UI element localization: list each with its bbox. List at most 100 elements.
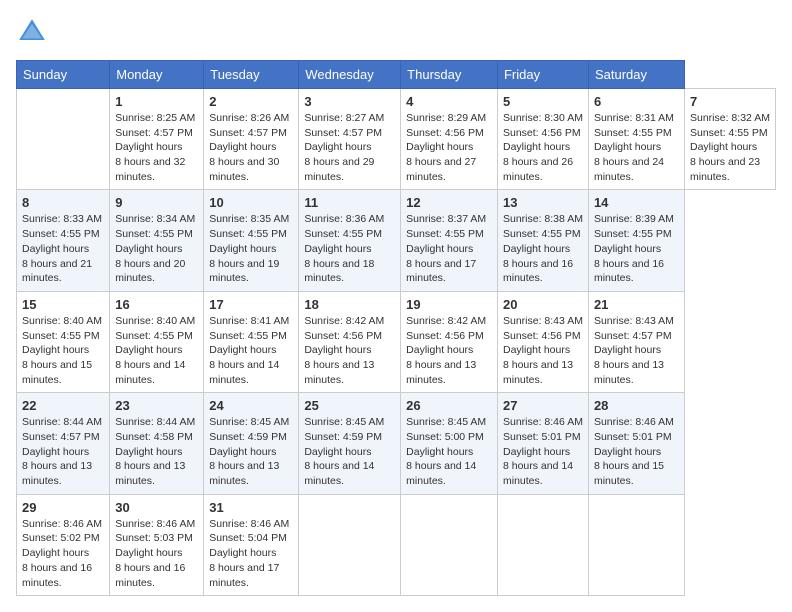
day-info: Sunrise: 8:30 AMSunset: 4:56 PMDaylight … — [503, 111, 583, 184]
day-number: 6 — [594, 94, 679, 109]
day-number: 20 — [503, 297, 583, 312]
day-header-friday: Friday — [497, 61, 588, 89]
calendar-cell: 13 Sunrise: 8:38 AMSunset: 4:55 PMDayligh… — [497, 190, 588, 291]
calendar-cell: 24Sunrise: 8:45 AMSunset: 4:59 PMDayligh… — [204, 393, 299, 494]
day-number: 19 — [406, 297, 492, 312]
day-number: 28 — [594, 398, 679, 413]
day-header-monday: Monday — [110, 61, 204, 89]
day-info: Sunrise: 8:42 AMSunset: 4:56 PMDaylight … — [304, 314, 395, 387]
calendar-cell: 22 Sunrise: 8:44 AMSunset: 4:57 PMDayligh… — [17, 393, 110, 494]
day-info: Sunrise: 8:44 AMSunset: 4:57 PMDaylight … — [22, 415, 104, 488]
calendar-cell: 16 Sunrise: 8:40 AMSunset: 4:55 PMDayligh… — [110, 291, 204, 392]
day-info: Sunrise: 8:46 AMSunset: 5:03 PMDaylight … — [115, 517, 198, 590]
logo-icon — [16, 16, 48, 48]
calendar-cell: 17 Sunrise: 8:41 AMSunset: 4:55 PMDayligh… — [204, 291, 299, 392]
day-number: 14 — [594, 195, 679, 210]
calendar-table: SundayMondayTuesdayWednesdayThursdayFrid… — [16, 60, 776, 596]
day-number: 1 — [115, 94, 198, 109]
day-header-thursday: Thursday — [401, 61, 498, 89]
week-row-3: 15Sunrise: 8:40 AMSunset: 4:55 PMDayligh… — [17, 291, 776, 392]
calendar-cell: 20 Sunrise: 8:43 AMSunset: 4:56 PMDayligh… — [497, 291, 588, 392]
calendar-cell: 12 Sunrise: 8:37 AMSunset: 4:55 PMDayligh… — [401, 190, 498, 291]
day-info: Sunrise: 8:43 AMSunset: 4:56 PMDaylight … — [503, 314, 583, 387]
calendar-cell — [401, 494, 498, 595]
day-info: Sunrise: 8:46 AMSunset: 5:01 PMDaylight … — [503, 415, 583, 488]
week-row-4: 22 Sunrise: 8:44 AMSunset: 4:57 PMDayligh… — [17, 393, 776, 494]
day-number: 9 — [115, 195, 198, 210]
day-info: Sunrise: 8:40 AMSunset: 4:55 PMDaylight … — [22, 314, 104, 387]
calendar-cell: 1 Sunrise: 8:25 AMSunset: 4:57 PMDaylight… — [110, 89, 204, 190]
day-info: Sunrise: 8:37 AMSunset: 4:55 PMDaylight … — [406, 212, 492, 285]
calendar-cell: 3 Sunrise: 8:27 AMSunset: 4:57 PMDaylight… — [299, 89, 401, 190]
day-info: Sunrise: 8:27 AMSunset: 4:57 PMDaylight … — [304, 111, 395, 184]
day-number: 17 — [209, 297, 293, 312]
day-number: 5 — [503, 94, 583, 109]
empty-cell — [17, 89, 110, 190]
day-info: Sunrise: 8:25 AMSunset: 4:57 PMDaylight … — [115, 111, 198, 184]
day-number: 8 — [22, 195, 104, 210]
day-info: Sunrise: 8:46 AMSunset: 5:04 PMDaylight … — [209, 517, 293, 590]
day-info: Sunrise: 8:32 AMSunset: 4:55 PMDaylight … — [690, 111, 770, 184]
day-number: 10 — [209, 195, 293, 210]
day-info: Sunrise: 8:35 AMSunset: 4:55 PMDaylight … — [209, 212, 293, 285]
calendar-cell: 4 Sunrise: 8:29 AMSunset: 4:56 PMDaylight… — [401, 89, 498, 190]
day-number: 12 — [406, 195, 492, 210]
day-number: 31 — [209, 500, 293, 515]
calendar-cell: 18 Sunrise: 8:42 AMSunset: 4:56 PMDayligh… — [299, 291, 401, 392]
calendar-cell — [588, 494, 684, 595]
day-number: 16 — [115, 297, 198, 312]
logo — [16, 16, 52, 48]
day-number: 23 — [115, 398, 198, 413]
calendar-cell: 6 Sunrise: 8:31 AMSunset: 4:55 PMDaylight… — [588, 89, 684, 190]
page-header — [16, 16, 776, 48]
day-info: Sunrise: 8:43 AMSunset: 4:57 PMDaylight … — [594, 314, 679, 387]
calendar-cell: 14Sunrise: 8:39 AMSunset: 4:55 PMDayligh… — [588, 190, 684, 291]
calendar-cell — [299, 494, 401, 595]
calendar-cell: 19Sunrise: 8:42 AMSunset: 4:56 PMDayligh… — [401, 291, 498, 392]
calendar-cell: 7 Sunrise: 8:32 AMSunset: 4:55 PMDaylight… — [685, 89, 776, 190]
day-number: 2 — [209, 94, 293, 109]
day-info: Sunrise: 8:44 AMSunset: 4:58 PMDaylight … — [115, 415, 198, 488]
day-number: 13 — [503, 195, 583, 210]
calendar-cell: 27Sunrise: 8:46 AMSunset: 5:01 PMDayligh… — [497, 393, 588, 494]
calendar-header-row: SundayMondayTuesdayWednesdayThursdayFrid… — [17, 61, 776, 89]
day-info: Sunrise: 8:33 AMSunset: 4:55 PMDaylight … — [22, 212, 104, 285]
day-info: Sunrise: 8:45 AMSunset: 5:00 PMDaylight … — [406, 415, 492, 488]
day-info: Sunrise: 8:36 AMSunset: 4:55 PMDaylight … — [304, 212, 395, 285]
calendar-cell: 5 Sunrise: 8:30 AMSunset: 4:56 PMDaylight… — [497, 89, 588, 190]
day-info: Sunrise: 8:45 AMSunset: 4:59 PMDaylight … — [209, 415, 293, 488]
day-info: Sunrise: 8:31 AMSunset: 4:55 PMDaylight … — [594, 111, 679, 184]
calendar-cell: 28Sunrise: 8:46 AMSunset: 5:01 PMDayligh… — [588, 393, 684, 494]
calendar-cell: 31 Sunrise: 8:46 AMSunset: 5:04 PMDayligh… — [204, 494, 299, 595]
day-number: 21 — [594, 297, 679, 312]
day-header-saturday: Saturday — [588, 61, 684, 89]
day-info: Sunrise: 8:46 AMSunset: 5:02 PMDaylight … — [22, 517, 104, 590]
week-row-1: 1 Sunrise: 8:25 AMSunset: 4:57 PMDaylight… — [17, 89, 776, 190]
calendar-cell: 29 Sunrise: 8:46 AMSunset: 5:02 PMDayligh… — [17, 494, 110, 595]
calendar-cell: 25Sunrise: 8:45 AMSunset: 4:59 PMDayligh… — [299, 393, 401, 494]
day-number: 7 — [690, 94, 770, 109]
calendar-cell: 30 Sunrise: 8:46 AMSunset: 5:03 PMDayligh… — [110, 494, 204, 595]
calendar-cell: 11 Sunrise: 8:36 AMSunset: 4:55 PMDayligh… — [299, 190, 401, 291]
day-number: 3 — [304, 94, 395, 109]
day-info: Sunrise: 8:40 AMSunset: 4:55 PMDaylight … — [115, 314, 198, 387]
day-number: 25 — [304, 398, 395, 413]
day-info: Sunrise: 8:29 AMSunset: 4:56 PMDaylight … — [406, 111, 492, 184]
calendar-cell — [497, 494, 588, 595]
week-row-2: 8 Sunrise: 8:33 AMSunset: 4:55 PMDaylight… — [17, 190, 776, 291]
calendar-cell: 8 Sunrise: 8:33 AMSunset: 4:55 PMDaylight… — [17, 190, 110, 291]
day-number: 11 — [304, 195, 395, 210]
day-info: Sunrise: 8:41 AMSunset: 4:55 PMDaylight … — [209, 314, 293, 387]
day-info: Sunrise: 8:38 AMSunset: 4:55 PMDaylight … — [503, 212, 583, 285]
day-header-tuesday: Tuesday — [204, 61, 299, 89]
day-number: 22 — [22, 398, 104, 413]
calendar-cell: 23 Sunrise: 8:44 AMSunset: 4:58 PMDayligh… — [110, 393, 204, 494]
day-number: 18 — [304, 297, 395, 312]
day-number: 30 — [115, 500, 198, 515]
day-info: Sunrise: 8:34 AMSunset: 4:55 PMDaylight … — [115, 212, 198, 285]
calendar-cell: 10 Sunrise: 8:35 AMSunset: 4:55 PMDayligh… — [204, 190, 299, 291]
day-number: 29 — [22, 500, 104, 515]
day-number: 4 — [406, 94, 492, 109]
day-number: 26 — [406, 398, 492, 413]
day-header-sunday: Sunday — [17, 61, 110, 89]
